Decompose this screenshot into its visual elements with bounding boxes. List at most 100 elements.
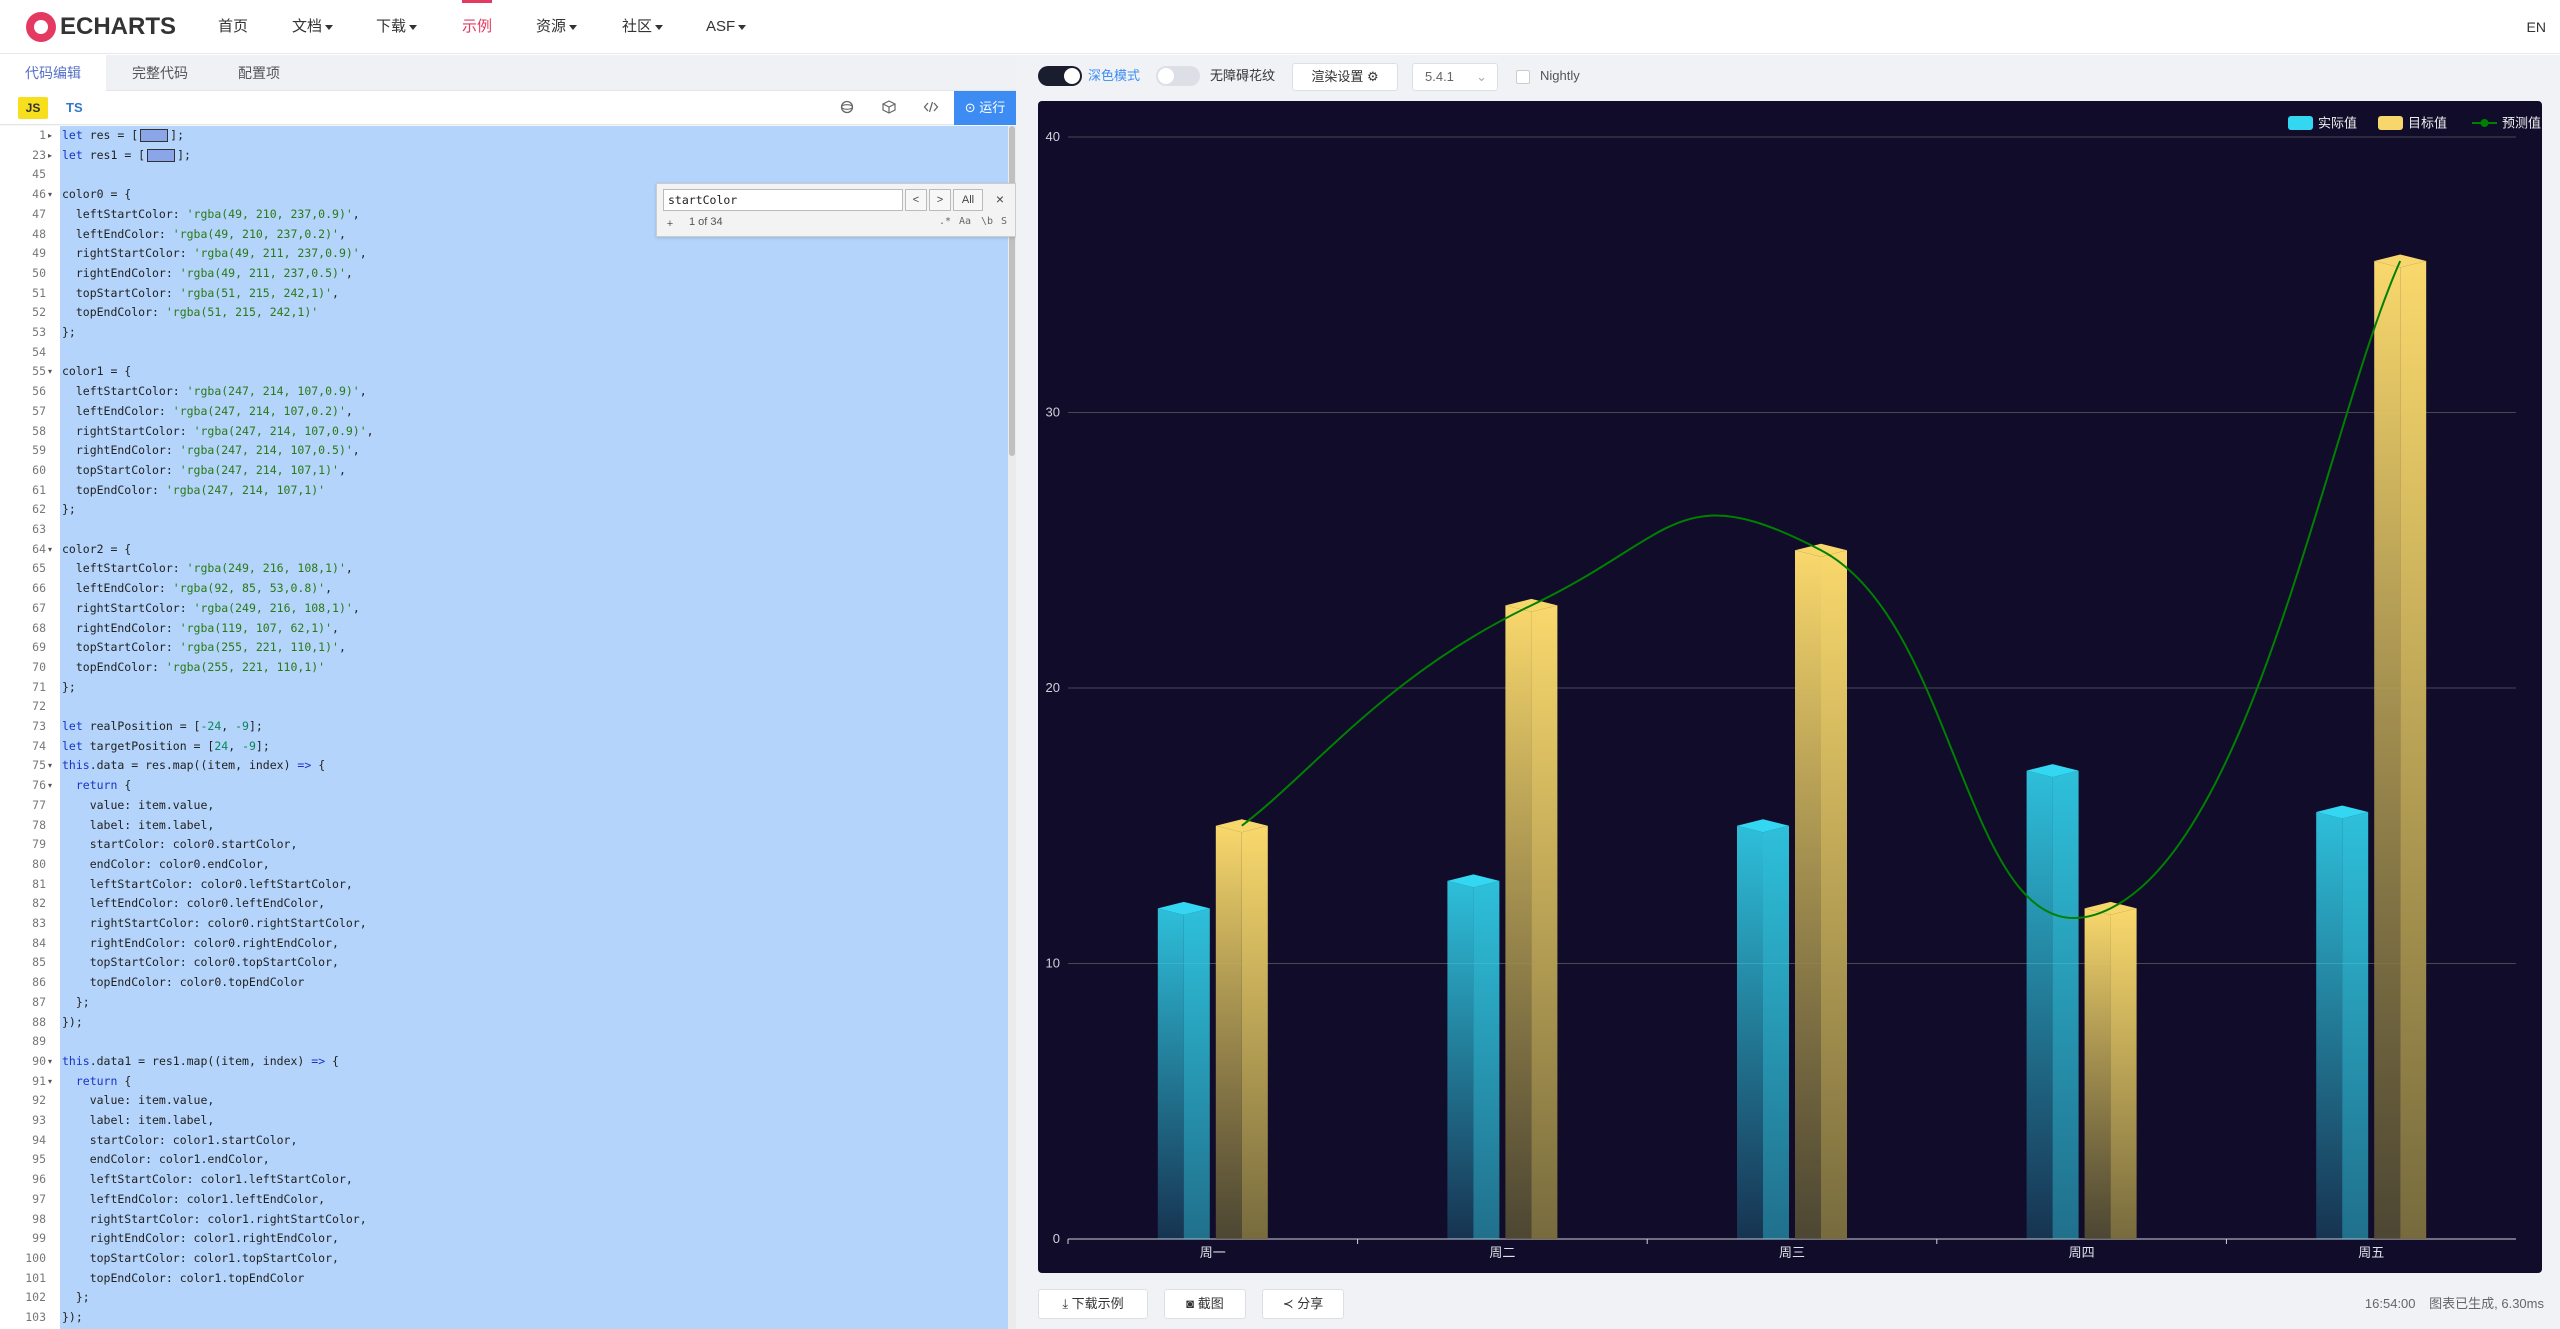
code-area[interactable]: let res = []; let res1 = []; color0 = { le…	[60, 126, 1016, 1329]
nav-item[interactable]: 资源	[536, 0, 578, 54]
nav-item[interactable]: 下载	[376, 0, 418, 54]
lang-js-button[interactable]: JS	[18, 97, 48, 119]
download-example-button[interactable]: ⤓ 下载示例	[1038, 1289, 1148, 1319]
find-word-option[interactable]: \b	[981, 216, 993, 227]
code-line[interactable]: };	[62, 678, 76, 698]
nav-item[interactable]: 示例	[462, 0, 493, 54]
code-line[interactable]: };	[62, 500, 76, 520]
find-input[interactable]: startColor	[663, 189, 903, 211]
code-line[interactable]: rightStartColor: 'rgba(247, 214, 107,0.9…	[62, 422, 374, 442]
code-line[interactable]: return {	[62, 776, 131, 796]
code-line[interactable]: rightEndColor: color1.rightEndColor,	[62, 1229, 339, 1249]
a11y-label[interactable]: 无障碍花纹	[1210, 55, 1275, 97]
code-line[interactable]: this.data1 = res1.map((item, index) => {	[62, 1052, 339, 1072]
code-line[interactable]: topEndColor: 'rgba(255, 221, 110,1)'	[62, 658, 325, 678]
code-line[interactable]: rightEndColor: color0.rightEndColor,	[62, 934, 339, 954]
code-line[interactable]: topEndColor: color1.topEndColor	[62, 1269, 305, 1289]
code-line[interactable]: this.data = res.map((item, index) => {	[62, 756, 325, 776]
nav-item[interactable]: 文档	[292, 0, 334, 54]
code-line[interactable]: leftEndColor: color1.leftEndColor,	[62, 1190, 325, 1210]
code-line[interactable]: leftStartColor: 'rgba(49, 210, 237,0.9)'…	[62, 205, 360, 225]
code-line[interactable]: let res1 = [];	[62, 146, 191, 166]
code-line[interactable]: color0 = {	[62, 185, 131, 205]
code-line[interactable]: leftEndColor: 'rgba(49, 210, 237,0.2)',	[62, 225, 346, 245]
code-line[interactable]: value: item.value,	[62, 1091, 215, 1111]
find-all-button[interactable]: All	[953, 189, 983, 211]
code-line[interactable]: });	[62, 1308, 83, 1328]
code-line[interactable]: leftEndColor: 'rgba(247, 214, 107,0.2)',	[62, 402, 353, 422]
code-line[interactable]: return {	[62, 1072, 131, 1092]
fold-toggle-icon[interactable]: ▸	[48, 126, 58, 146]
code-line[interactable]: topStartColor: 'rgba(247, 214, 107,1)',	[62, 461, 346, 481]
code-line[interactable]: leftStartColor: color0.leftStartColor,	[62, 875, 353, 895]
code-line[interactable]: };	[62, 1288, 90, 1308]
fold-toggle-icon[interactable]: ▾	[48, 185, 58, 205]
nightly-label[interactable]: Nightly	[1540, 55, 1580, 97]
code-editor[interactable]: 1 ▸ 23 ▸ 45 46 ▾ 47 48 49 50 51 52 53 54 55 ▾ 56 57 58 59 60 6…	[0, 126, 1016, 1329]
code-line[interactable]: rightStartColor: 'rgba(249, 216, 108,1)'…	[62, 599, 360, 619]
code-line[interactable]: leftStartColor: 'rgba(247, 214, 107,0.9)…	[62, 382, 367, 402]
find-expand-button[interactable]: +	[663, 216, 677, 232]
run-button[interactable]: ⊙ 运行	[954, 91, 1016, 125]
dark-mode-toggle[interactable]	[1038, 66, 1082, 86]
code-line[interactable]: });	[62, 1013, 83, 1033]
chart-container[interactable]: 0 10 20 30 40 周一 周二 周三 周四 周五 实际值 目标值 预测值	[1038, 101, 2542, 1273]
code-line[interactable]: let realPosition = [-24, -9];	[62, 717, 263, 737]
code-line[interactable]: color1 = {	[62, 362, 131, 382]
code-line[interactable]: rightStartColor: color1.rightStartColor,	[62, 1210, 367, 1230]
fold-toggle-icon[interactable]: ▾	[48, 1072, 58, 1092]
code-line[interactable]: topEndColor: color0.topEndColor	[62, 973, 305, 993]
code-line[interactable]: startColor: color1.startColor,	[62, 1131, 298, 1151]
code-line[interactable]: topStartColor: 'rgba(51, 215, 242,1)',	[62, 284, 339, 304]
code-line[interactable]: };	[62, 993, 90, 1013]
find-next-button[interactable]: >	[929, 189, 951, 211]
tab-code-edit[interactable]: 代码编辑	[0, 55, 106, 91]
chart-canvas[interactable]: 0 10 20 30 40 周一 周二 周三 周四 周五 实际值 目标值 预测值	[1038, 101, 2542, 1273]
deps-icon[interactable]	[880, 99, 898, 117]
nav-item[interactable]: 首页	[218, 0, 248, 54]
code-line[interactable]: leftStartColor: color1.leftStartColor,	[62, 1170, 353, 1190]
code-line[interactable]: endColor: color1.endColor,	[62, 1150, 270, 1170]
fold-toggle-icon[interactable]: ▾	[48, 362, 58, 382]
code-line[interactable]: rightEndColor: 'rgba(119, 107, 62,1)',	[62, 619, 339, 639]
code-line[interactable]: leftEndColor: color0.leftEndColor,	[62, 894, 325, 914]
editor-scrollbar[interactable]	[1008, 126, 1016, 1329]
scrollbar-thumb[interactable]	[1009, 126, 1015, 456]
lang-ts-button[interactable]: TS	[66, 97, 83, 119]
share-button[interactable]: ≺ 分享	[1262, 1289, 1344, 1319]
code-line[interactable]: topEndColor: 'rgba(51, 215, 242,1)'	[62, 303, 318, 323]
code-line[interactable]: leftEndColor: 'rgba(92, 85, 53,0.8)',	[62, 579, 332, 599]
screenshot-button[interactable]: ◙ 截图	[1164, 1289, 1246, 1319]
code-line[interactable]: rightStartColor: color0.rightStartColor,	[62, 914, 367, 934]
find-regex-option[interactable]: .*	[939, 216, 951, 227]
code-line[interactable]: label: item.label,	[62, 816, 215, 836]
code-line[interactable]: rightEndColor: 'rgba(49, 211, 237,0.5)',	[62, 264, 353, 284]
fold-toggle-icon[interactable]: ▾	[48, 776, 58, 796]
code-line[interactable]: topEndColor: 'rgba(247, 214, 107,1)'	[62, 481, 325, 501]
code-line[interactable]: rightEndColor: 'rgba(247, 214, 107,0.5)'…	[62, 441, 360, 461]
render-settings-button[interactable]: 渲染设置 ⚙	[1292, 63, 1398, 91]
code-line[interactable]: leftStartColor: 'rgba(249, 216, 108,1)',	[62, 559, 353, 579]
find-selection-option[interactable]: S	[1001, 216, 1007, 227]
code-line[interactable]: endColor: color0.endColor,	[62, 855, 270, 875]
fold-toggle-icon[interactable]: ▾	[48, 1052, 58, 1072]
language-switch[interactable]: EN	[2527, 0, 2546, 54]
code-line[interactable]: let res = [];	[62, 126, 184, 146]
nav-item[interactable]: ASF	[706, 0, 747, 54]
tab-full-code[interactable]: 完整代码	[106, 55, 214, 91]
code-line[interactable]: rightStartColor: 'rgba(49, 211, 237,0.9)…	[62, 244, 367, 264]
code-line[interactable]: label: item.label,	[62, 1111, 215, 1131]
code-line[interactable]: topStartColor: 'rgba(255, 221, 110,1)',	[62, 638, 346, 658]
fold-toggle-icon[interactable]: ▾	[48, 756, 58, 776]
tab-options[interactable]: 配置项	[214, 55, 304, 91]
find-case-option[interactable]: Aa	[959, 216, 971, 227]
fold-toggle-icon[interactable]: ▸	[48, 146, 58, 166]
nav-item[interactable]: 社区	[622, 0, 664, 54]
code-line[interactable]: let targetPosition = [24, -9];	[62, 737, 270, 757]
code-line[interactable]: };	[62, 323, 76, 343]
find-close-button[interactable]: ×	[989, 189, 1011, 211]
code-icon[interactable]	[922, 99, 940, 117]
code-line[interactable]: value: item.value,	[62, 796, 215, 816]
code-line[interactable]: topStartColor: color0.topStartColor,	[62, 953, 339, 973]
code-line[interactable]: topStartColor: color1.topStartColor,	[62, 1249, 339, 1269]
